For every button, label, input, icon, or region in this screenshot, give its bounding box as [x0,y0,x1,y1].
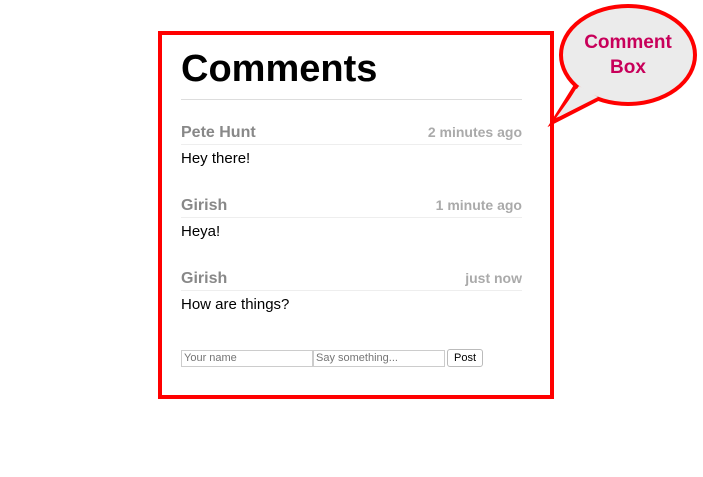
callout-line: Comment [584,32,672,53]
callout-line: Box [610,57,646,78]
callout-label: Comment Box [568,30,688,80]
